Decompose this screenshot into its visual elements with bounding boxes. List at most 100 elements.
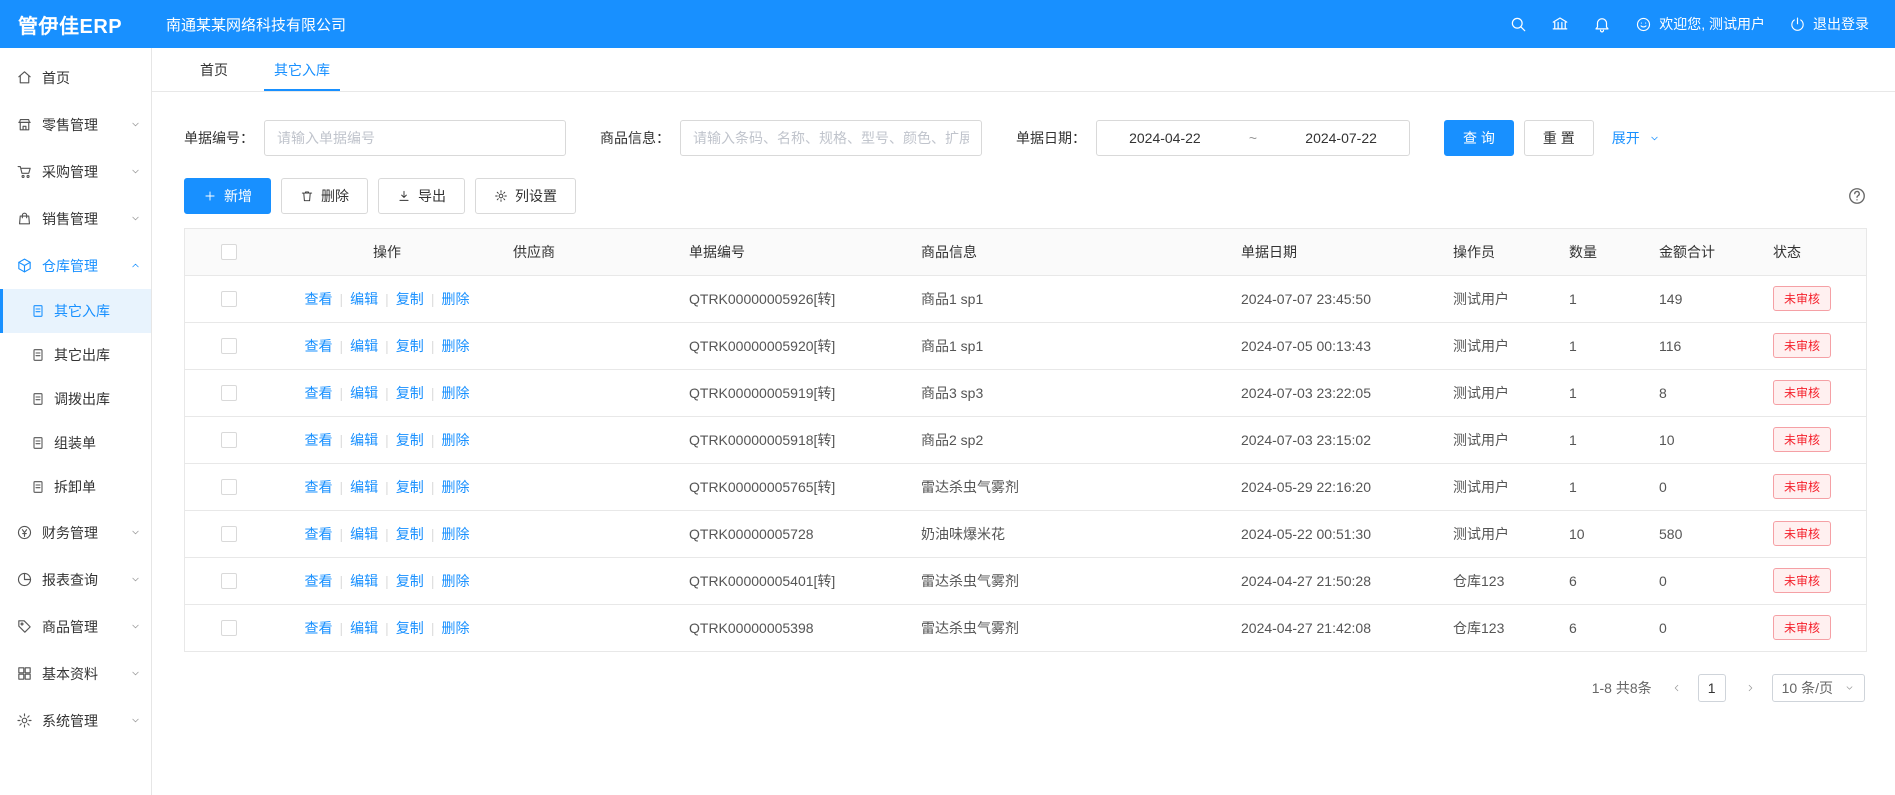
header-goods: 商品信息: [909, 229, 1229, 275]
action-copy-link[interactable]: 复制: [396, 526, 424, 542]
action-copy-link[interactable]: 复制: [396, 479, 424, 495]
table-row: 查看|编辑|复制|删除QTRK00000005728奶油味爆米花2024-05-…: [185, 510, 1866, 557]
welcome-text: 欢迎您, 测试用户: [1659, 14, 1765, 34]
page-size-select[interactable]: 10 条/页: [1772, 674, 1865, 702]
select-all-checkbox[interactable]: [221, 244, 237, 260]
sidebar-item[interactable]: 零售管理: [0, 101, 151, 148]
cell-amount: 10: [1647, 416, 1761, 463]
bank-icon[interactable]: [1551, 15, 1569, 33]
sidebar-item[interactable]: 报表查询: [0, 556, 151, 603]
date-range-picker[interactable]: 2024-04-22 ~ 2024-07-22: [1096, 120, 1410, 156]
next-page-button[interactable]: [1736, 675, 1762, 701]
date-start-value[interactable]: 2024-04-22: [1129, 130, 1201, 146]
action-edit-link[interactable]: 编辑: [350, 291, 378, 307]
goods-info-input[interactable]: [680, 120, 982, 156]
export-button[interactable]: 导出: [378, 178, 465, 214]
action-delete-link[interactable]: 删除: [441, 573, 469, 589]
sidebar-item[interactable]: 仓库管理: [0, 242, 151, 289]
action-view-link[interactable]: 查看: [305, 338, 333, 354]
action-delete-link[interactable]: 删除: [441, 620, 469, 636]
sidebar-item[interactable]: 基本资料: [0, 650, 151, 697]
cell-supplier: [501, 604, 677, 651]
sidebar-subitem[interactable]: 调拨出库: [0, 377, 151, 421]
row-checkbox[interactable]: [221, 526, 237, 542]
row-checkbox[interactable]: [221, 573, 237, 589]
row-checkbox[interactable]: [221, 338, 237, 354]
action-delete-link[interactable]: 删除: [441, 432, 469, 448]
tab-home[interactable]: 首页: [182, 48, 246, 91]
cell-doc-no: QTRK00000005919[转]: [677, 369, 909, 416]
action-copy-link[interactable]: 复制: [396, 573, 424, 589]
row-checkbox[interactable]: [221, 432, 237, 448]
sidebar-item[interactable]: 系统管理: [0, 697, 151, 744]
bell-icon[interactable]: [1593, 15, 1611, 33]
action-edit-link[interactable]: 编辑: [350, 338, 378, 354]
tab-other-inbound[interactable]: 其它入库: [256, 48, 348, 91]
action-delete-link[interactable]: 删除: [441, 385, 469, 401]
action-edit-link[interactable]: 编辑: [350, 432, 378, 448]
plus-icon: [203, 189, 217, 203]
action-separator: |: [385, 291, 389, 307]
sidebar-item[interactable]: 销售管理: [0, 195, 151, 242]
expand-link[interactable]: 展开: [1612, 128, 1660, 148]
column-settings-button[interactable]: 列设置: [475, 178, 576, 214]
doc-no-input[interactable]: [264, 120, 566, 156]
action-delete-link[interactable]: 删除: [441, 479, 469, 495]
search-button[interactable]: 查 询: [1444, 120, 1514, 156]
action-copy-link[interactable]: 复制: [396, 620, 424, 636]
sidebar-subitem[interactable]: 其它入库: [0, 289, 151, 333]
status-badge: 未审核: [1773, 521, 1831, 546]
action-copy-link[interactable]: 复制: [396, 385, 424, 401]
cell-qty: 1: [1557, 463, 1647, 510]
action-copy-link[interactable]: 复制: [396, 338, 424, 354]
action-edit-link[interactable]: 编辑: [350, 479, 378, 495]
prev-page-button[interactable]: [1662, 675, 1688, 701]
reset-button[interactable]: 重 置: [1524, 120, 1594, 156]
action-delete-link[interactable]: 删除: [441, 526, 469, 542]
action-delete-link[interactable]: 删除: [441, 338, 469, 354]
action-view-link[interactable]: 查看: [305, 526, 333, 542]
cell-operator: 测试用户: [1441, 416, 1557, 463]
help-icon[interactable]: [1847, 186, 1867, 206]
cell-operator: 仓库123: [1441, 604, 1557, 651]
row-checkbox[interactable]: [221, 291, 237, 307]
page-number-1[interactable]: 1: [1698, 674, 1726, 702]
sidebar-item[interactable]: 商品管理: [0, 603, 151, 650]
action-copy-link[interactable]: 复制: [396, 291, 424, 307]
cell-goods: 奶油味爆米花: [909, 510, 1229, 557]
action-copy-link[interactable]: 复制: [396, 432, 424, 448]
action-edit-link[interactable]: 编辑: [350, 573, 378, 589]
search-icon[interactable]: [1509, 15, 1527, 33]
row-checkbox[interactable]: [221, 620, 237, 636]
action-delete-link[interactable]: 删除: [441, 291, 469, 307]
action-view-link[interactable]: 查看: [305, 573, 333, 589]
sidebar-item[interactable]: 采购管理: [0, 148, 151, 195]
action-edit-link[interactable]: 编辑: [350, 526, 378, 542]
action-view-link[interactable]: 查看: [305, 479, 333, 495]
cell-goods: 商品1 sp1: [909, 275, 1229, 322]
add-button[interactable]: 新增: [184, 178, 271, 214]
delete-button[interactable]: 删除: [281, 178, 368, 214]
date-end-value[interactable]: 2024-07-22: [1305, 130, 1377, 146]
topbar-actions: 欢迎您, 测试用户 退出登录: [1509, 14, 1895, 34]
action-view-link[interactable]: 查看: [305, 291, 333, 307]
cell-supplier: [501, 275, 677, 322]
action-view-link[interactable]: 查看: [305, 385, 333, 401]
sidebar-item[interactable]: 首页: [0, 54, 151, 101]
welcome-user[interactable]: 欢迎您, 测试用户: [1635, 14, 1765, 34]
app-logo[interactable]: 管伊佳ERP: [0, 10, 152, 39]
sidebar-subitem[interactable]: 其它出库: [0, 333, 151, 377]
row-checkbox[interactable]: [221, 479, 237, 495]
logout-button[interactable]: 退出登录: [1789, 14, 1869, 34]
cell-qty: 1: [1557, 369, 1647, 416]
action-edit-link[interactable]: 编辑: [350, 620, 378, 636]
sidebar-subitem[interactable]: 组装单: [0, 421, 151, 465]
sidebar-item[interactable]: 财务管理: [0, 509, 151, 556]
goods-info-label: 商品信息：: [600, 128, 670, 148]
row-checkbox[interactable]: [221, 385, 237, 401]
action-view-link[interactable]: 查看: [305, 432, 333, 448]
sidebar-subitem-label: 其它入库: [54, 301, 151, 321]
action-view-link[interactable]: 查看: [305, 620, 333, 636]
sidebar-subitem[interactable]: 拆卸单: [0, 465, 151, 509]
action-edit-link[interactable]: 编辑: [350, 385, 378, 401]
